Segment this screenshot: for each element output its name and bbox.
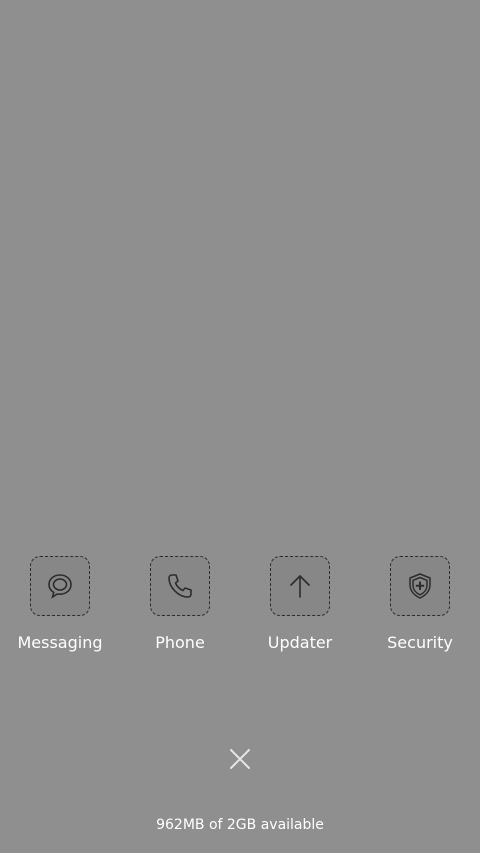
memory-status: 962MB of 2GB available <box>156 817 324 833</box>
phone-icon[interactable] <box>150 556 210 616</box>
recent-apps-row: Messaging Phone Updater Security <box>0 556 480 656</box>
arrow-up-icon[interactable] <box>270 556 330 616</box>
app-label-updater: Updater <box>267 633 333 652</box>
app-messaging[interactable]: Messaging <box>0 556 120 656</box>
speech-bubble-icon[interactable] <box>30 556 90 616</box>
app-label-security: Security <box>387 633 453 652</box>
app-security[interactable]: Security <box>360 556 480 656</box>
close-icon[interactable] <box>226 745 254 773</box>
app-label-phone: Phone <box>155 633 205 652</box>
app-updater[interactable]: Updater <box>240 556 360 656</box>
app-label-messaging: Messaging <box>17 633 103 652</box>
app-phone[interactable]: Phone <box>120 556 240 656</box>
shield-plus-icon[interactable] <box>390 556 450 616</box>
